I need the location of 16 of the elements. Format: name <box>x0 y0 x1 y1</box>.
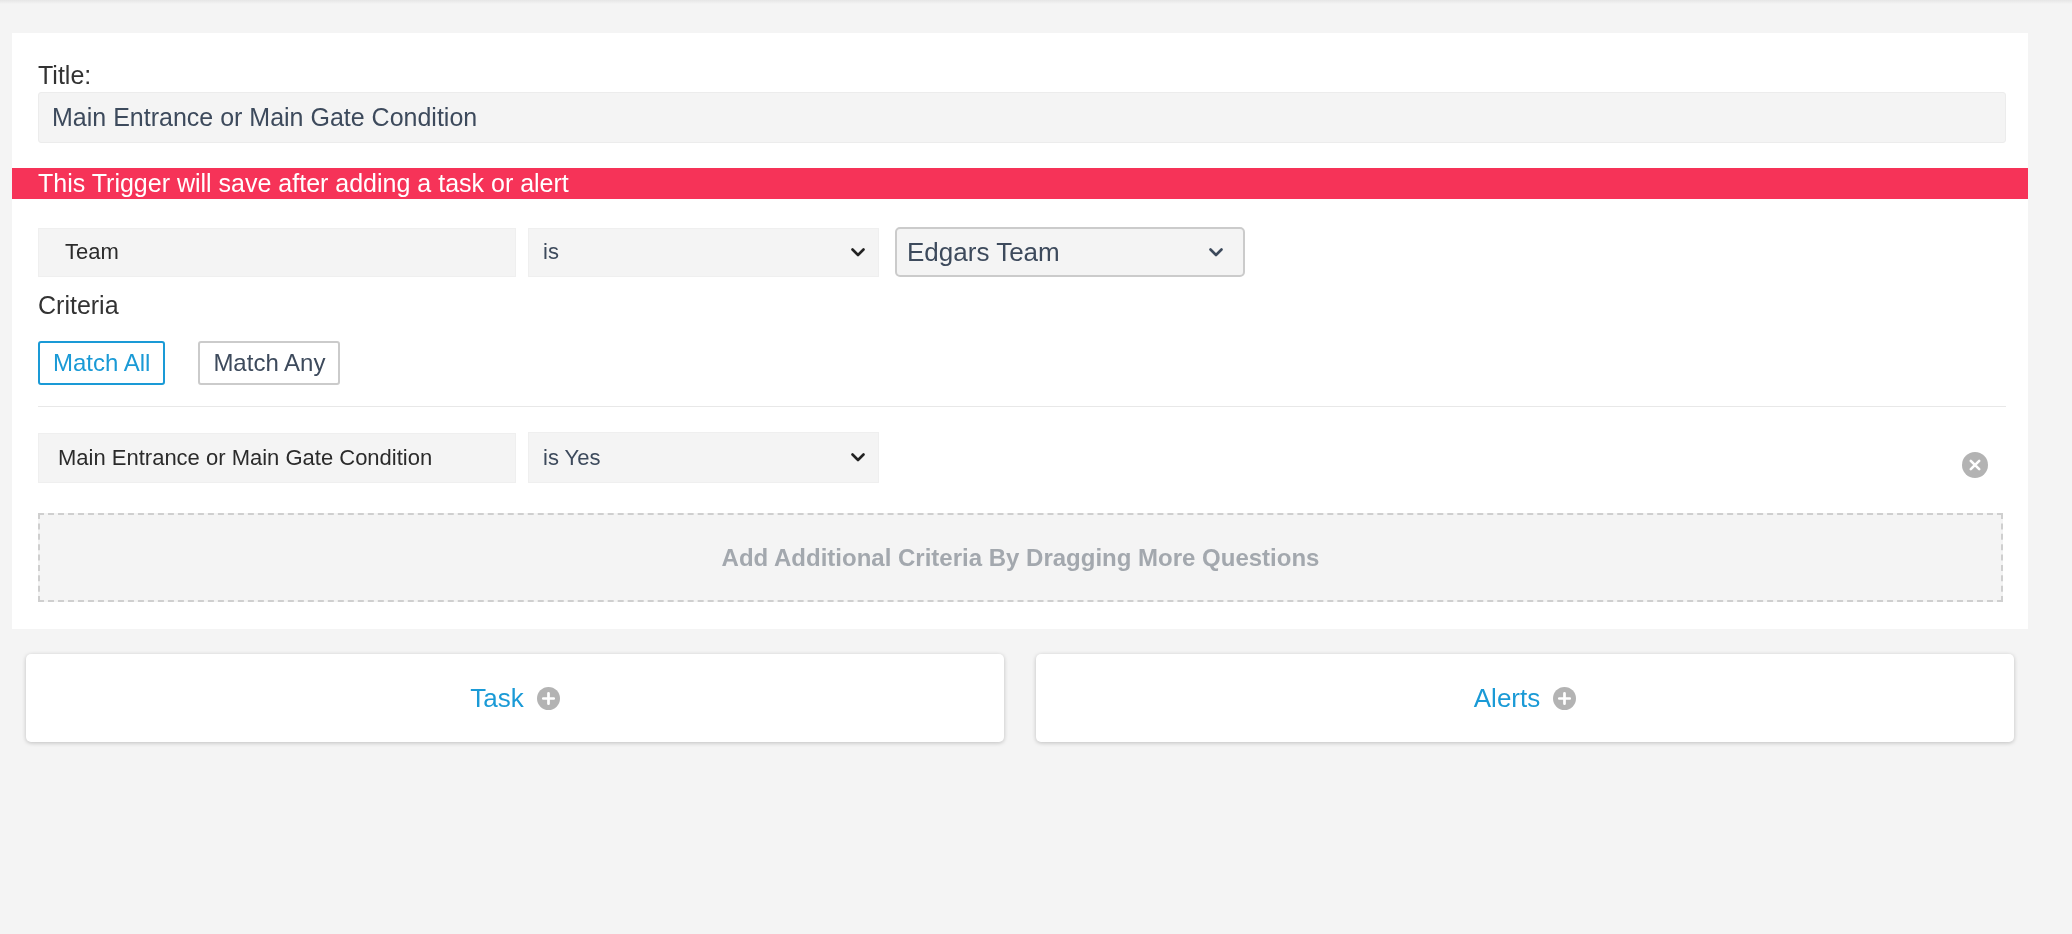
title-input[interactable]: Main Entrance or Main Gate Condition <box>38 92 2006 143</box>
match-toggle[interactable]: Match Any <box>198 341 341 385</box>
team-dropdown[interactable]: Edgars Team <box>895 227 1245 277</box>
title-label: Title: <box>38 61 93 89</box>
chevron-down-icon <box>851 453 865 462</box>
operator-dropdown[interactable]: is Yes <box>528 432 879 483</box>
close-icon[interactable] <box>1962 451 1988 478</box>
question-field: Team <box>38 227 516 277</box>
criteria-label: Criteria <box>38 291 120 319</box>
operator-dropdown[interactable]: is <box>528 227 879 277</box>
chevron-down-icon <box>851 247 865 257</box>
plus-icon <box>536 686 560 710</box>
warning-banner: This Trigger will save after adding a task or alert <box>12 168 2028 199</box>
plus-icon <box>1553 686 1577 710</box>
question-field: Main Entrance or Main Gate Condition <box>38 432 516 483</box>
chevron-down-icon <box>1209 247 1223 257</box>
